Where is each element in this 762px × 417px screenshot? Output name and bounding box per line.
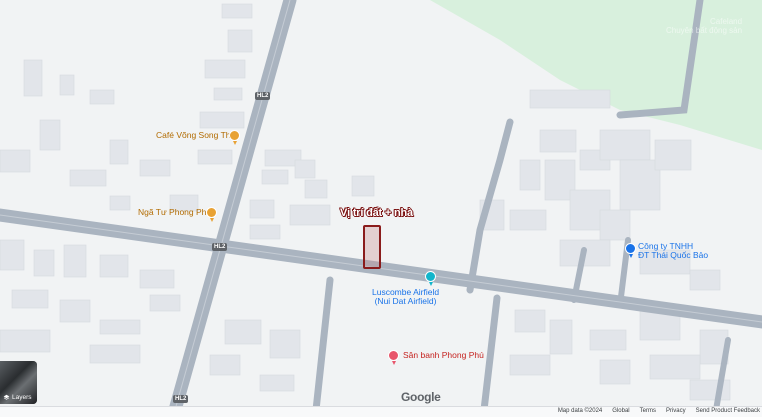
property-marker (363, 225, 381, 269)
sports-pin-icon[interactable] (388, 350, 399, 365)
watermark: Cafeland Chuyên bất động sản (666, 17, 743, 36)
airfield-pin-icon[interactable] (425, 271, 436, 286)
company-name-line2: ĐT Thái Quốc Bảo (638, 250, 709, 261)
google-logo-text: Google (401, 390, 441, 404)
poi-company-label[interactable]: Công ty TNHH ĐT Thái Quốc Bảo (638, 241, 709, 261)
watermark-line2: Chuyên bất động sản (666, 25, 743, 35)
cafe-pin-icon[interactable] (229, 130, 240, 145)
global-link[interactable]: Global (612, 408, 629, 414)
map-footer: Map data ©2024 Global Terms Privacy Send… (0, 406, 762, 417)
poi-san-banh-label[interactable]: Sân banh Phong Phú (403, 350, 484, 360)
poi-airfield-label[interactable]: Luscombe Airfield (Nui Dat Airfield) (372, 287, 439, 307)
layers-button-content: Layers (3, 394, 32, 401)
terms-link[interactable]: Terms (640, 408, 656, 414)
airfield-alt-name: (Nui Dat Airfield) (374, 296, 437, 307)
map-canvas[interactable]: HL2 HL2 HL2 Café Võng Song Thy Ngã Tư Ph… (0, 0, 762, 417)
landmark-pin-icon[interactable] (206, 207, 217, 222)
google-logo: Google (401, 390, 441, 404)
layers-label: Layers (12, 394, 32, 401)
road-shield: HL2 (255, 92, 271, 100)
map-data-attribution: Map data ©2024 (557, 408, 603, 414)
road-shield: HL2 (212, 243, 228, 251)
company-pin-icon[interactable] (625, 243, 636, 258)
layers-icon (3, 394, 10, 400)
send-feedback-link[interactable]: Send Product Feedback (696, 408, 760, 414)
layers-button[interactable]: Layers (0, 361, 37, 404)
property-annotation-label: Vị trí đất + nhà (340, 207, 413, 219)
road-shield: HL2 (173, 395, 189, 403)
privacy-link[interactable]: Privacy (666, 408, 686, 414)
poi-cafe-label[interactable]: Café Võng Song Thy (156, 130, 235, 140)
poi-nga-tu-label[interactable]: Ngã Tư Phong Phú (138, 207, 211, 217)
